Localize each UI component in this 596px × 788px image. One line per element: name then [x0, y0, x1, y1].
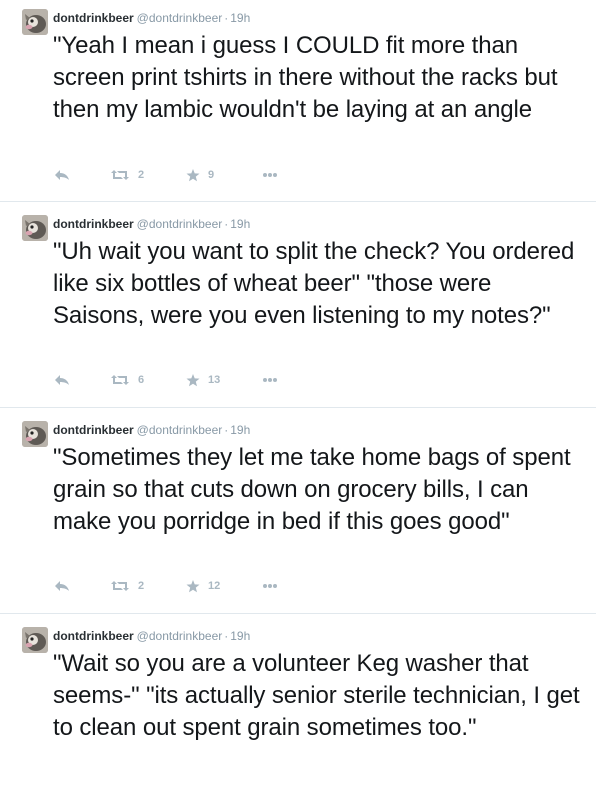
timeline: dontdrinkbeer @dontdrinkbeer · 19h "Yeah I … — [0, 0, 596, 788]
tweet-text: "Yeah I mean i guess I COULD fit more th… — [53, 32, 558, 123]
more-icon — [262, 583, 278, 589]
more-icon — [262, 377, 278, 383]
username[interactable]: @dontdrinkbeer — [137, 217, 223, 231]
fullname[interactable]: dontdrinkbeer — [53, 217, 134, 231]
tweet-header: dontdrinkbeer @dontdrinkbeer · 19h — [53, 627, 586, 645]
timestamp[interactable]: 19h — [230, 423, 250, 437]
avatar[interactable] — [22, 627, 48, 653]
retweet-count: 2 — [138, 580, 145, 592]
favorite-button[interactable]: 12 — [186, 579, 262, 593]
reply-button[interactable] — [54, 580, 110, 592]
username[interactable]: @dontdrinkbeer — [137, 423, 223, 437]
username[interactable]: @dontdrinkbeer — [137, 11, 223, 25]
tweet-header: dontdrinkbeer @dontdrinkbeer · 19h — [53, 9, 586, 27]
fullname[interactable]: dontdrinkbeer — [53, 423, 134, 437]
star-icon — [186, 373, 200, 387]
favorite-button[interactable]: 9 — [186, 168, 262, 182]
timestamp[interactable]: 19h — [230, 11, 250, 25]
reply-icon — [54, 169, 70, 181]
retweet-button[interactable]: 2 — [110, 169, 186, 181]
separator: · — [224, 423, 229, 437]
tweet-actions: 2 12 — [54, 576, 292, 596]
tweet[interactable]: dontdrinkbeer @dontdrinkbeer · 19h "Yeah I … — [0, 0, 596, 202]
retweet-icon — [110, 169, 130, 181]
star-icon — [186, 579, 200, 593]
favorite-count: 9 — [208, 169, 215, 181]
star-icon — [186, 168, 200, 182]
tweet-header: dontdrinkbeer @dontdrinkbeer · 19h — [53, 215, 586, 233]
tweet-text: "Wait so you are a volunteer Keg washer … — [53, 650, 580, 741]
tweet-actions: 6 13 — [54, 370, 292, 390]
reply-button[interactable] — [54, 169, 110, 181]
favorite-button[interactable]: 13 — [186, 373, 262, 387]
reply-icon — [54, 580, 70, 592]
tweet[interactable]: dontdrinkbeer @dontdrinkbeer · 19h "Wait so… — [0, 614, 596, 788]
retweet-count: 6 — [138, 374, 145, 386]
tweet-header: dontdrinkbeer @dontdrinkbeer · 19h — [53, 421, 586, 439]
more-button[interactable] — [262, 172, 292, 178]
separator: · — [224, 629, 229, 643]
retweet-button[interactable]: 2 — [110, 580, 186, 592]
tweet-text: "Sometimes they let me take home bags of… — [53, 444, 571, 535]
more-button[interactable] — [262, 377, 292, 383]
fullname[interactable]: dontdrinkbeer — [53, 629, 134, 643]
tweet[interactable]: dontdrinkbeer @dontdrinkbeer · 19h "Uh wait… — [0, 202, 596, 408]
timestamp[interactable]: 19h — [230, 217, 250, 231]
fullname[interactable]: dontdrinkbeer — [53, 11, 134, 25]
avatar[interactable] — [22, 421, 48, 447]
avatar[interactable] — [22, 9, 48, 35]
tweet[interactable]: dontdrinkbeer @dontdrinkbeer · 19h "Sometim… — [0, 408, 596, 614]
retweet-icon — [110, 580, 130, 592]
retweet-icon — [110, 374, 130, 386]
username[interactable]: @dontdrinkbeer — [137, 629, 223, 643]
reply-button[interactable] — [54, 374, 110, 386]
avatar[interactable] — [22, 215, 48, 241]
more-button[interactable] — [262, 583, 292, 589]
reply-icon — [54, 374, 70, 386]
retweet-count: 2 — [138, 169, 145, 181]
tweet-actions: 2 9 — [54, 165, 292, 185]
separator: · — [224, 217, 229, 231]
retweet-button[interactable]: 6 — [110, 374, 186, 386]
tweet-text: "Uh wait you want to split the check? Yo… — [53, 238, 575, 329]
more-icon — [262, 172, 278, 178]
favorite-count: 13 — [208, 374, 221, 386]
timestamp[interactable]: 19h — [230, 629, 250, 643]
separator: · — [224, 11, 229, 25]
favorite-count: 12 — [208, 580, 221, 592]
